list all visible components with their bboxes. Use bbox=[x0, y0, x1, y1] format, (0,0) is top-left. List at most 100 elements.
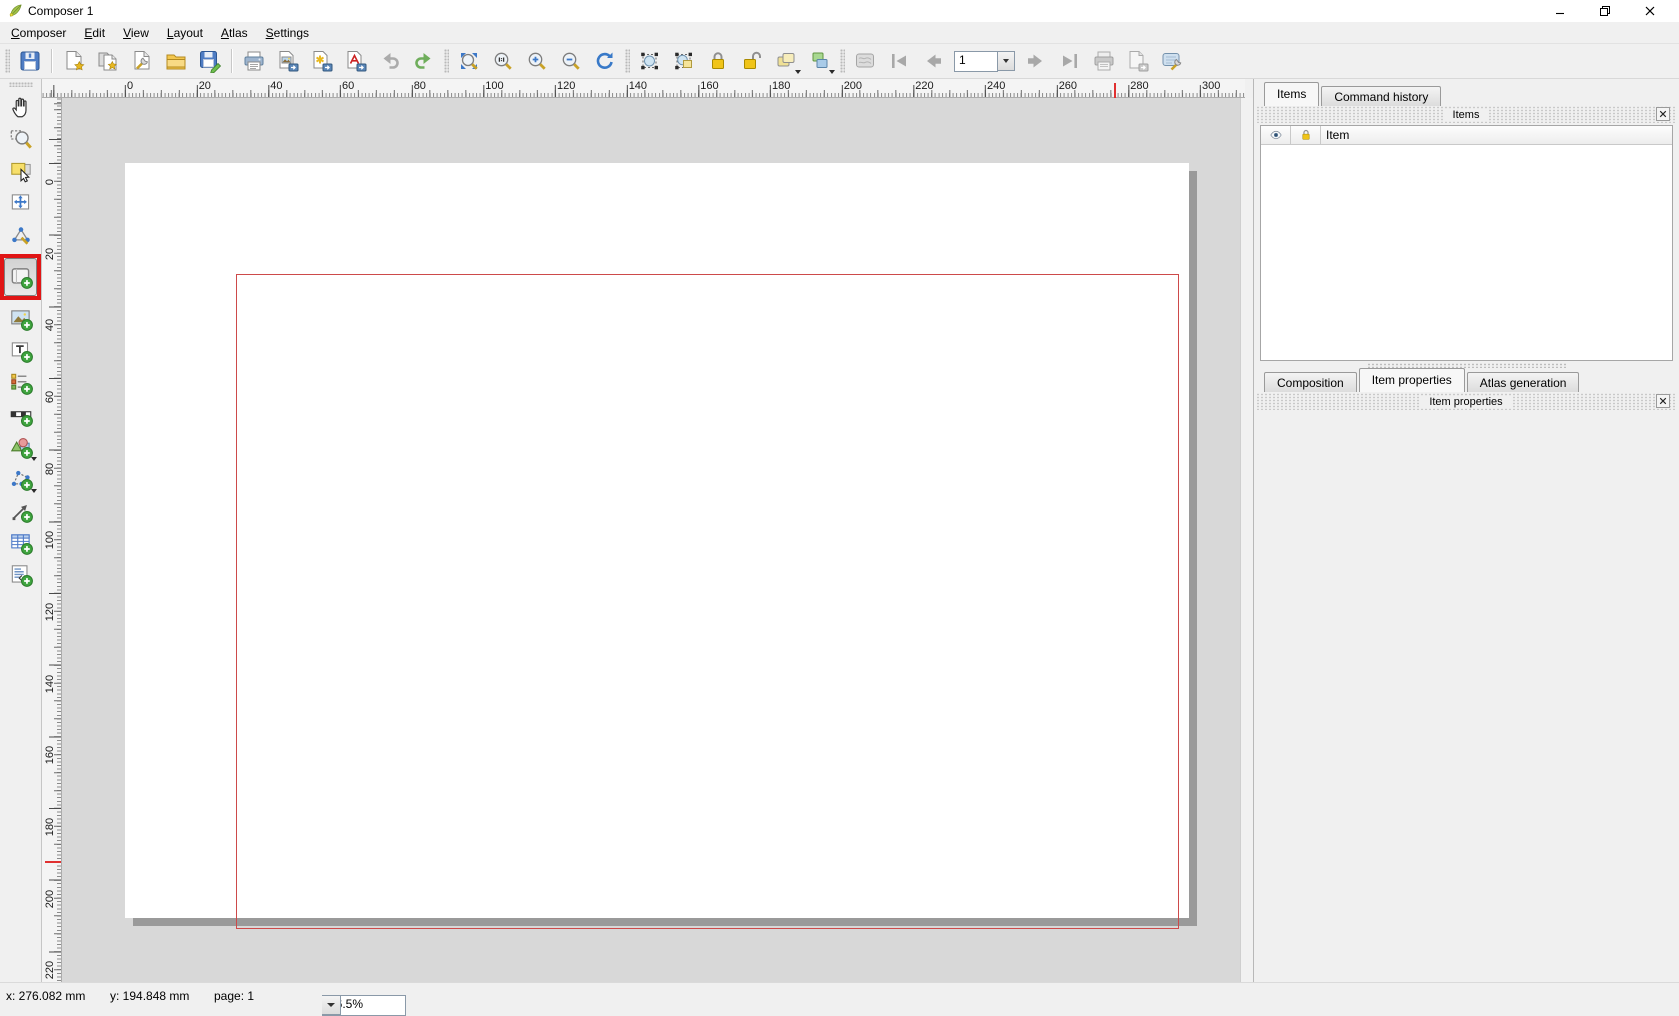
items-list[interactable]: Item bbox=[1260, 125, 1673, 361]
zoom-in-icon bbox=[525, 49, 549, 73]
atlas-page-combobox[interactable]: 1 bbox=[954, 51, 1015, 71]
tab-composition[interactable]: Composition bbox=[1264, 372, 1357, 392]
move-item-content-icon bbox=[672, 49, 696, 73]
export-svg-icon bbox=[310, 49, 334, 73]
composer-manager-button[interactable] bbox=[127, 47, 157, 75]
minimize-button[interactable] bbox=[1543, 0, 1577, 22]
previous-feature-button bbox=[918, 47, 948, 75]
toolbar-drag-handle[interactable] bbox=[5, 49, 10, 73]
atlas-settings-button[interactable] bbox=[1157, 47, 1187, 75]
ruler-label: 80 bbox=[44, 454, 56, 484]
select-move-item-button[interactable] bbox=[635, 47, 665, 75]
red-highlight-annotation bbox=[0, 254, 41, 300]
add-new-map-tool-button[interactable] bbox=[4, 258, 37, 296]
composition-page[interactable] bbox=[125, 163, 1189, 918]
move-item-content-button[interactable] bbox=[669, 47, 699, 75]
ruler-label: 40 bbox=[44, 310, 56, 340]
zoom-tool-button[interactable] bbox=[5, 124, 37, 154]
move-item-content-tool-button[interactable] bbox=[5, 188, 37, 218]
menu-edit[interactable]: Edit bbox=[75, 23, 114, 43]
move-content-icon bbox=[8, 190, 34, 216]
items-dock-close-button[interactable] bbox=[1656, 107, 1670, 121]
ruler-label: 120 bbox=[44, 597, 56, 627]
composition-canvas[interactable] bbox=[62, 98, 1240, 982]
edit-nodes-item-tool-button[interactable] bbox=[5, 220, 37, 250]
edit-nodes-icon bbox=[8, 222, 34, 248]
dropdown-caret-icon bbox=[31, 457, 37, 461]
zoom-level-dropdown-button[interactable] bbox=[322, 995, 341, 1015]
restore-button[interactable] bbox=[1588, 0, 1622, 22]
zoom-actual-size-button[interactable] bbox=[488, 47, 518, 75]
group-items-button[interactable] bbox=[771, 47, 801, 75]
add-new-legend-tool-button[interactable] bbox=[5, 368, 37, 398]
menu-view[interactable]: View bbox=[114, 23, 158, 43]
redo-button[interactable] bbox=[409, 47, 439, 75]
load-from-template-button[interactable] bbox=[161, 47, 191, 75]
ruler-label: 220 bbox=[915, 80, 933, 92]
add-new-scalebar-tool-button[interactable] bbox=[5, 400, 37, 430]
duplicate-composer-button[interactable] bbox=[93, 47, 123, 75]
menu-atlas[interactable]: Atlas bbox=[212, 23, 257, 43]
add-new-label-tool-button[interactable] bbox=[5, 336, 37, 366]
pan-tool-button[interactable] bbox=[5, 92, 37, 122]
print-icon bbox=[242, 49, 266, 73]
add-html-frame-tool-button[interactable] bbox=[5, 560, 37, 590]
add-image-tool-button[interactable] bbox=[5, 304, 37, 334]
menu-settings[interactable]: Settings bbox=[257, 23, 318, 43]
unlock-all-items-button[interactable] bbox=[737, 47, 767, 75]
save-project-button[interactable] bbox=[15, 47, 45, 75]
atlas-page-value[interactable]: 1 bbox=[954, 51, 998, 72]
zoom-full-button[interactable] bbox=[454, 47, 484, 75]
dock-tab-bar-top: Items Command history bbox=[1264, 84, 1443, 106]
cursor-x-readout: x: 276.082 mm bbox=[6, 989, 85, 1003]
composer-manager-icon bbox=[130, 49, 154, 73]
zoom-in-button[interactable] bbox=[522, 47, 552, 75]
menu-composer[interactable]: Composer bbox=[2, 23, 75, 43]
toolbar-drag-handle[interactable] bbox=[9, 82, 33, 87]
export-as-image-button[interactable] bbox=[273, 47, 303, 75]
refresh-view-button[interactable] bbox=[590, 47, 620, 75]
next-feature-button bbox=[1021, 47, 1051, 75]
add-nodes-item-tool-button[interactable] bbox=[5, 464, 37, 494]
add-attribute-table-tool-button[interactable] bbox=[5, 528, 37, 558]
tab-items[interactable]: Items bbox=[1264, 82, 1319, 106]
menu-layout[interactable]: Layout bbox=[158, 23, 212, 43]
new-composer-button[interactable] bbox=[59, 47, 89, 75]
raise-selected-items-button[interactable] bbox=[805, 47, 835, 75]
eye-icon bbox=[1269, 128, 1283, 142]
lock-selected-items-button[interactable] bbox=[703, 47, 733, 75]
tab-item-properties[interactable]: Item properties bbox=[1359, 368, 1465, 392]
export-as-svg-button[interactable] bbox=[307, 47, 337, 75]
dropdown-caret-icon bbox=[31, 489, 37, 493]
toolbar-drag-handle[interactable] bbox=[625, 49, 630, 73]
toolbar-separator bbox=[51, 49, 53, 73]
toolbar-drag-handle[interactable] bbox=[840, 49, 845, 73]
close-button[interactable] bbox=[1633, 0, 1667, 22]
select-move-item-tool-button[interactable] bbox=[5, 156, 37, 186]
add-table-icon bbox=[8, 530, 34, 556]
vertical-scrollbar[interactable] bbox=[1240, 98, 1253, 982]
undo-button[interactable] bbox=[375, 47, 405, 75]
preview-atlas-icon bbox=[853, 49, 877, 73]
zoom-out-button[interactable] bbox=[556, 47, 586, 75]
atlas-page-dropdown-button[interactable] bbox=[998, 51, 1015, 71]
items-dock-titlebar: Items bbox=[1256, 106, 1676, 123]
item-properties-dock-close-button[interactable] bbox=[1656, 394, 1670, 408]
tab-command-history[interactable]: Command history bbox=[1321, 86, 1441, 106]
last-feature-icon bbox=[1058, 49, 1082, 73]
add-shape-tool-button[interactable] bbox=[5, 432, 37, 462]
add-arrow-tool-button[interactable] bbox=[5, 496, 37, 526]
save-as-template-button[interactable] bbox=[195, 47, 225, 75]
ruler-label: 200 bbox=[44, 884, 56, 914]
main-toolbar: 1 bbox=[0, 44, 1679, 79]
close-icon bbox=[1659, 397, 1667, 405]
export-as-pdf-button[interactable] bbox=[341, 47, 371, 75]
lock-icon bbox=[706, 49, 730, 73]
item-properties-dock-title: Item properties bbox=[1419, 396, 1512, 408]
tab-atlas-generation[interactable]: Atlas generation bbox=[1467, 372, 1580, 392]
app-icon bbox=[8, 3, 23, 18]
ruler-label: 240 bbox=[987, 80, 1005, 92]
horizontal-ruler: 0 20 40 60 80 100 120 140 160 180 200 22… bbox=[42, 79, 1245, 98]
toolbar-drag-handle[interactable] bbox=[444, 49, 449, 73]
print-button[interactable] bbox=[239, 47, 269, 75]
